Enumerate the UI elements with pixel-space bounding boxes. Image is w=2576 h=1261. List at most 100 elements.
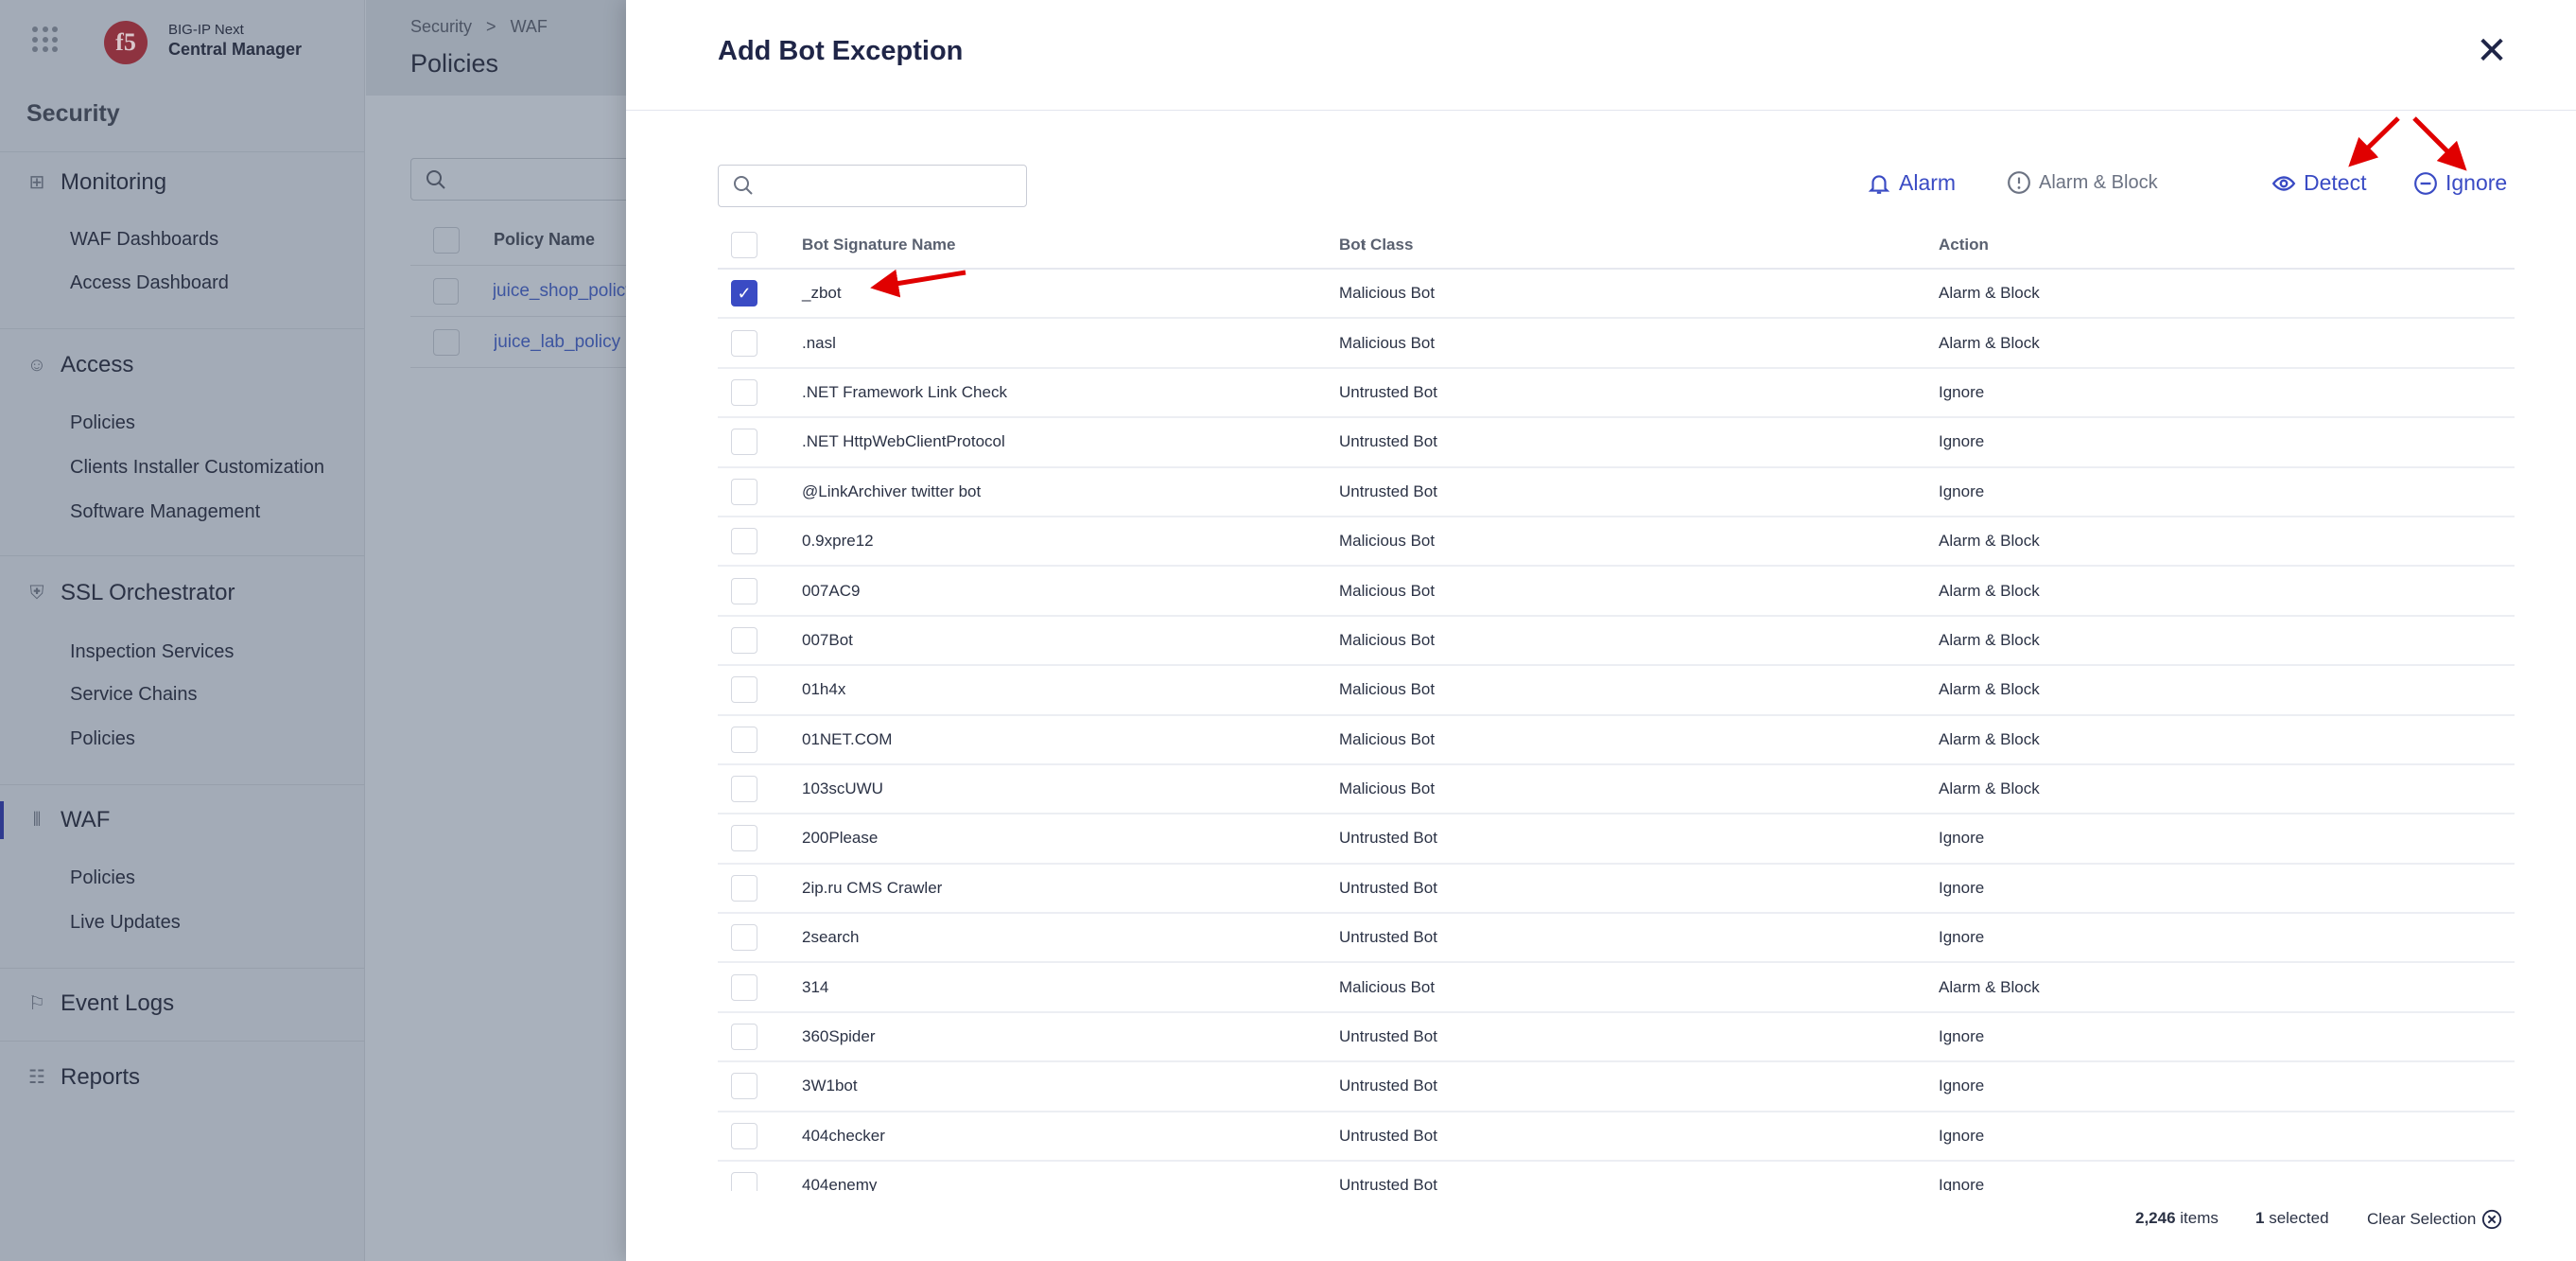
sidebar-section-label: WAF (61, 807, 111, 832)
table-row[interactable]: 103scUWU Malicious Bot Alarm & Block (718, 765, 2515, 815)
table-row[interactable]: 2ip.ru CMS Crawler Untrusted Bot Ignore (718, 865, 2515, 915)
sidebar-section-access[interactable]: ☺ Access (26, 352, 134, 378)
row-checkbox[interactable] (433, 277, 459, 305)
row-checkbox[interactable]: ✓ (731, 280, 757, 307)
select-all-checkbox[interactable] (731, 232, 757, 258)
sidebar-item-clients-installer-customization[interactable]: Clients Installer Customization (70, 457, 324, 479)
dialog-title: Add Bot Exception (718, 36, 964, 66)
row-checkbox[interactable] (731, 1172, 757, 1191)
sidebar-item-service-chains[interactable]: Service Chains (70, 684, 198, 706)
table-row[interactable]: ✓ _zbot Malicious Bot Alarm & Block (718, 270, 2515, 320)
bot-class: Untrusted Bot (1339, 1027, 1437, 1046)
table-row[interactable]: 0.9xpre12 Malicious Bot Alarm & Block (718, 517, 2515, 568)
sidebar-section-event-logs[interactable]: ⚐ Event Logs (26, 990, 174, 1017)
add-bot-exception-dialog: Add Bot Exception ✕ Alarm Alarm & Block … (626, 0, 2576, 1261)
column-policy-name[interactable]: Policy Name (494, 230, 595, 250)
sidebar-section-reports[interactable]: ☷ Reports (26, 1064, 140, 1091)
ignore-label: Ignore (2445, 170, 2508, 195)
sidebar-item-software-management[interactable]: Software Management (70, 501, 260, 523)
table-row[interactable]: .NET Framework Link Check Untrusted Bot Ig… (718, 369, 2515, 419)
breadcrumb-waf[interactable]: WAF (511, 17, 548, 36)
row-checkbox[interactable] (731, 825, 757, 852)
app-grid-icon[interactable] (32, 26, 59, 53)
table-row[interactable]: 2search Untrusted Bot Ignore (718, 914, 2515, 964)
bot-action: Alarm & Block (1939, 779, 2040, 798)
table-row[interactable]: .NET HttpWebClientProtocol Untrusted Bot I… (718, 418, 2515, 468)
bot-search-input[interactable] (718, 165, 1027, 207)
bot-signature-name: .NET Framework Link Check (802, 382, 1007, 401)
column-bot-signature-name[interactable]: Bot Signature Name (802, 236, 955, 254)
table-row[interactable]: juice_shop_policy (410, 266, 628, 317)
table-row[interactable]: @LinkArchiver twitter bot Untrusted Bot Ig… (718, 468, 2515, 517)
policy-link[interactable]: juice_lab_policy (494, 332, 620, 353)
close-icon[interactable]: ✕ (2475, 32, 2509, 70)
row-checkbox[interactable] (731, 924, 757, 952)
row-checkbox[interactable] (731, 626, 757, 654)
table-row[interactable]: 007AC9 Malicious Bot Alarm & Block (718, 567, 2515, 617)
column-action[interactable]: Action (1939, 236, 1989, 254)
row-checkbox[interactable] (731, 577, 757, 604)
table-row[interactable]: 200Please Untrusted Bot Ignore (718, 814, 2515, 865)
row-checkbox[interactable] (433, 328, 460, 356)
table-row[interactable]: 01NET.COM Malicious Bot Alarm & Block (718, 716, 2515, 765)
item-count: 2,246 items (2135, 1209, 2219, 1228)
row-checkbox[interactable] (731, 429, 757, 456)
select-all-checkbox[interactable] (433, 226, 460, 254)
detect-button[interactable]: Detect (2271, 170, 2366, 196)
bot-signature-name: 200Please (802, 829, 879, 848)
bot-action: Ignore (1939, 382, 1985, 401)
sidebar-item-inspection-services[interactable]: Inspection Services (70, 641, 234, 663)
bot-action: Alarm & Block (1939, 284, 2040, 303)
policy-link[interactable]: juice_shop_policy (493, 281, 628, 302)
row-checkbox[interactable] (731, 329, 757, 357)
table-row[interactable]: .nasl Malicious Bot Alarm & Block (718, 319, 2515, 369)
table-row[interactable]: 314 Malicious Bot Alarm & Block (718, 963, 2515, 1013)
row-checkbox[interactable] (731, 478, 757, 505)
item-count-value: 2,246 (2135, 1209, 2176, 1227)
sidebar-section-label: Reports (61, 1064, 141, 1090)
bot-class: Untrusted Bot (1339, 928, 1437, 947)
breadcrumb-security[interactable]: Security (410, 17, 472, 36)
row-checkbox[interactable] (731, 676, 757, 704)
row-checkbox[interactable] (731, 776, 757, 803)
table-row[interactable]: 404enemy Untrusted Bot Ignore (718, 1162, 2515, 1191)
row-checkbox[interactable] (731, 973, 757, 1001)
sidebar-item-waf-dashboards[interactable]: WAF Dashboards (70, 229, 218, 251)
table-row[interactable]: 3W1bot Untrusted Bot Ignore (718, 1062, 2515, 1112)
table-row[interactable]: 404checker Untrusted Bot Ignore (718, 1112, 2515, 1163)
table-row[interactable]: juice_lab_policy (410, 317, 628, 368)
sidebar-item-policies[interactable]: Policies (70, 867, 135, 889)
clear-selection-button[interactable]: Clear Selection (2367, 1209, 2502, 1230)
ignore-button[interactable]: Ignore (2413, 170, 2507, 196)
row-checkbox[interactable] (731, 378, 757, 406)
row-checkbox[interactable] (731, 1073, 757, 1100)
sidebar-section-monitoring[interactable]: ⊞ Monitoring (26, 169, 166, 196)
shield-icon: ⛨ (29, 583, 44, 604)
sidebar-item-live-updates[interactable]: Live Updates (70, 912, 181, 934)
divider (0, 555, 365, 556)
sidebar-item-access-dashboard[interactable]: Access Dashboard (70, 272, 229, 294)
alarm-block-label: Alarm & Block (2039, 171, 2158, 193)
row-checkbox[interactable] (731, 1024, 757, 1051)
sidebar-item-policies[interactable]: Policies (70, 728, 135, 750)
sidebar-item-policies[interactable]: Policies (70, 412, 135, 434)
grid-icon: ⊞ (28, 172, 45, 193)
row-checkbox[interactable] (731, 1122, 757, 1149)
bot-action: Alarm & Block (1939, 630, 2040, 649)
bot-class: Untrusted Bot (1339, 382, 1437, 401)
column-bot-class[interactable]: Bot Class (1339, 236, 1413, 254)
alarm-block-button[interactable]: Alarm & Block (2007, 170, 2158, 195)
alarm-button[interactable]: Alarm (1867, 170, 1956, 196)
search-icon (426, 170, 445, 189)
row-checkbox[interactable] (731, 528, 757, 555)
row-checkbox[interactable] (731, 726, 757, 753)
table-row[interactable]: 01h4x Malicious Bot Alarm & Block (718, 666, 2515, 716)
page-header (366, 0, 650, 96)
table-row[interactable]: 360Spider Untrusted Bot Ignore (718, 1013, 2515, 1063)
row-checkbox[interactable] (731, 874, 757, 902)
bot-signature-name: 3W1bot (802, 1077, 858, 1095)
policy-search-input[interactable] (410, 158, 637, 201)
sidebar-section-waf[interactable]: ⦀ WAF (26, 807, 111, 833)
sidebar-section-ssl-orchestrator[interactable]: ⛨ SSL Orchestrator (26, 580, 235, 606)
table-row[interactable]: 007Bot Malicious Bot Alarm & Block (718, 617, 2515, 667)
